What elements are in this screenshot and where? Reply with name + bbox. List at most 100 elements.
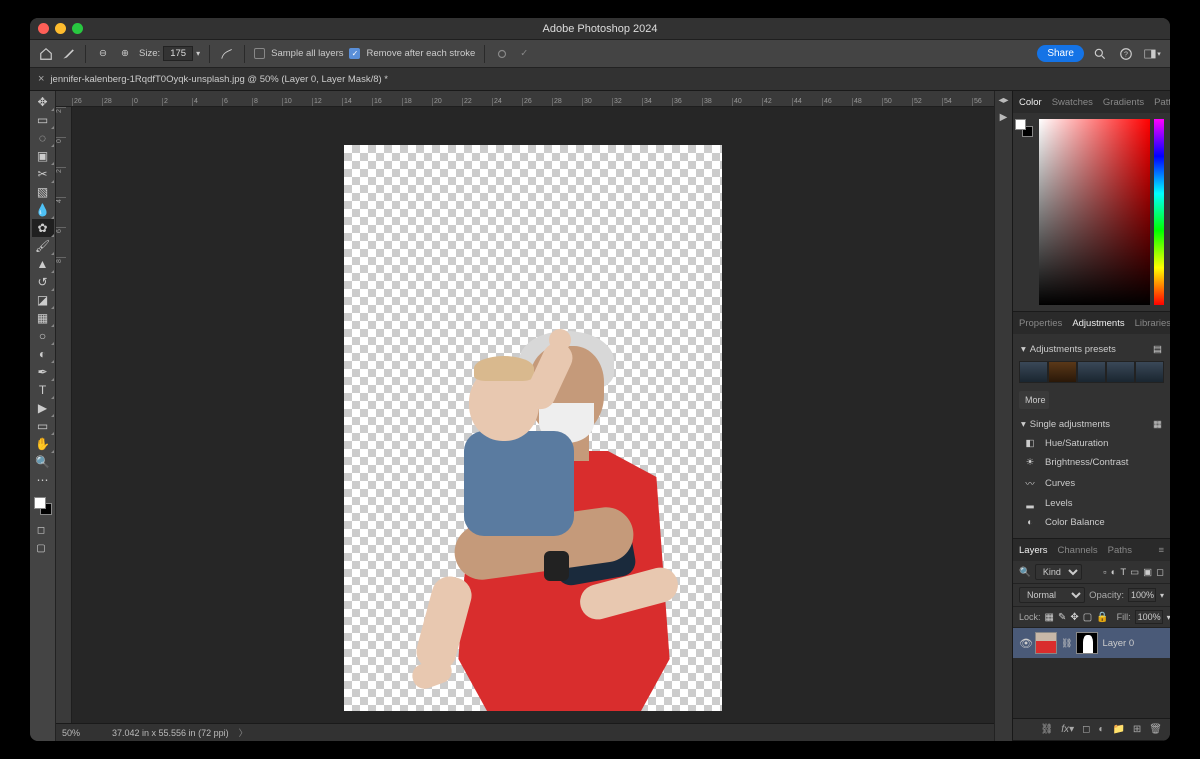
dodge-tool[interactable]: ◐ [32,345,54,363]
properties-tab[interactable]: Properties [1019,318,1062,329]
panel-menu-icon[interactable]: ≡ [1158,545,1164,556]
foreground-color-swatch[interactable] [34,497,46,509]
delete-layer-icon[interactable]: 🗑 [1149,724,1162,735]
search-icon[interactable]: 🔍 [1019,567,1031,578]
move-tool[interactable]: ✥ [32,93,54,111]
healing-brush-tool[interactable]: ✿ [32,219,54,237]
preset-thumb[interactable] [1048,361,1077,383]
eyedropper-tool[interactable]: 💧 [32,201,54,219]
adjustment-item[interactable]: ☀Brightness/Contrast [1013,453,1170,472]
layers-empty-area[interactable] [1013,658,1170,718]
pen-tool[interactable]: ✒ [32,363,54,381]
eraser-tool[interactable]: ◪ [32,291,54,309]
canvas[interactable] [344,145,722,711]
path-select-tool[interactable]: ▶ [32,399,54,417]
quick-mask-icon[interactable]: ◻ [30,521,52,539]
fill-input[interactable] [1135,610,1163,624]
ruler-vertical[interactable]: 202468 [56,107,72,723]
chevron-down-icon[interactable]: ▾ [1160,591,1164,600]
pressure-icon[interactable] [494,46,510,62]
frame-tool[interactable]: ▧ [32,183,54,201]
grid-icon[interactable]: ▤ [1153,344,1162,355]
screen-mode-icon[interactable]: ▢ [30,539,52,557]
close-tab-icon[interactable]: × [38,73,44,85]
filter-shape-icon[interactable]: ▭ [1130,567,1139,578]
channels-tab[interactable]: Channels [1058,545,1098,556]
doc-info[interactable]: 37.042 in x 55.556 in (72 ppi) [112,728,229,738]
brush-minus-icon[interactable]: ⊖ [95,46,111,62]
ruler-horizontal[interactable]: 2628024681012141618202224262830323436384… [56,91,994,107]
dock-toggle-icon[interactable]: ◂▸ [998,95,1008,106]
group-icon[interactable]: 📁 [1112,724,1124,735]
adjustments-tab[interactable]: Adjustments [1072,318,1124,329]
stamp-tool[interactable]: ▲ [32,255,54,273]
swatches-tab[interactable]: Swatches [1052,97,1093,108]
adj-layer-icon[interactable]: ◐ [1098,724,1104,735]
patterns-tab[interactable]: Patterns [1154,97,1170,108]
layer-row[interactable]: 👁 ⛓ Layer 0 [1013,628,1170,658]
adjustment-item[interactable]: ▂Levels [1013,494,1170,513]
filter-pixel-icon[interactable]: ▫ [1103,567,1106,578]
color-tab[interactable]: Color [1019,97,1042,108]
brush-preview-icon[interactable] [219,46,235,62]
dock-tab-icon[interactable]: ▶ [1000,112,1008,123]
status-chevron-icon[interactable]: 〉 [239,726,248,739]
chevron-down-icon[interactable]: ▾ [1021,419,1026,430]
paths-tab[interactable]: Paths [1108,545,1132,556]
blend-mode-select[interactable]: Normal [1019,587,1085,603]
lock-all-icon[interactable]: 🔒 [1096,612,1108,623]
marquee-tool[interactable]: ▭ [32,111,54,129]
layers-tab[interactable]: Layers [1019,545,1048,556]
layer-mask-icon[interactable]: ◻ [1082,724,1090,735]
toolbar-more-icon[interactable]: ⋯ [32,471,54,489]
zoom-tool[interactable]: 🔍 [32,453,54,471]
home-button[interactable] [38,46,54,62]
mask-thumb[interactable] [1076,632,1098,654]
shape-tool[interactable]: ▭ [32,417,54,435]
layer-fx-icon[interactable]: fx▾ [1061,724,1074,735]
lasso-tool[interactable]: ◌ [32,129,54,147]
filter-smart-icon[interactable]: ▣ [1143,567,1152,578]
zoom-value[interactable]: 50% [62,728,102,738]
history-brush-tool[interactable]: ↺ [32,273,54,291]
chevron-down-icon[interactable]: ▾ [1021,344,1026,355]
layer-thumb[interactable] [1035,632,1057,654]
opacity-input[interactable] [1128,588,1156,602]
workspace-icon[interactable]: ▾ [1142,44,1162,64]
type-tool[interactable]: T [32,381,54,399]
remove-after-checkbox[interactable]: ✓ [349,48,360,59]
share-button[interactable]: Share [1037,45,1084,62]
brush-plus-icon[interactable]: ⊕ [117,46,133,62]
size-dropdown-icon[interactable]: ▾ [196,49,200,58]
adjustment-item[interactable]: ◧Hue/Saturation [1013,434,1170,453]
preset-thumb[interactable] [1019,361,1048,383]
help-icon[interactable]: ? [1116,44,1136,64]
chevron-down-icon[interactable]: ▾ [1167,613,1170,622]
color-swatch[interactable] [32,495,54,517]
sample-all-checkbox[interactable] [254,48,265,59]
blur-tool[interactable]: ○ [32,327,54,345]
hue-slider[interactable] [1154,119,1164,305]
adjustment-item[interactable]: ◐Color Balance [1013,513,1170,532]
lock-position-icon[interactable]: ✥ [1070,612,1078,623]
more-presets-button[interactable]: More [1019,391,1049,409]
new-layer-icon[interactable]: ⊞ [1133,724,1141,735]
lock-artboard-icon[interactable]: ▢ [1083,612,1092,623]
kind-filter[interactable]: Kind [1035,564,1082,580]
object-select-tool[interactable]: ▣ [32,147,54,165]
crop-tool[interactable]: ✂ [32,165,54,183]
filter-adj-icon[interactable]: ◐ [1111,567,1117,578]
hand-tool[interactable]: ✋ [32,435,54,453]
size-input[interactable] [163,46,193,61]
visibility-icon[interactable]: 👁 [1019,637,1031,650]
adjustment-item[interactable]: 〰Curves [1013,472,1170,494]
brush-tool-icon[interactable] [60,46,76,62]
preset-thumb[interactable] [1106,361,1135,383]
brush-tool[interactable]: 🖌 [32,237,54,255]
lock-transparency-icon[interactable]: ▦ [1045,612,1054,623]
viewport[interactable] [72,107,994,723]
grid-icon[interactable]: ▦ [1153,419,1162,430]
gradients-tab[interactable]: Gradients [1103,97,1144,108]
libraries-tab[interactable]: Libraries [1135,318,1170,329]
preset-thumb[interactable] [1135,361,1164,383]
